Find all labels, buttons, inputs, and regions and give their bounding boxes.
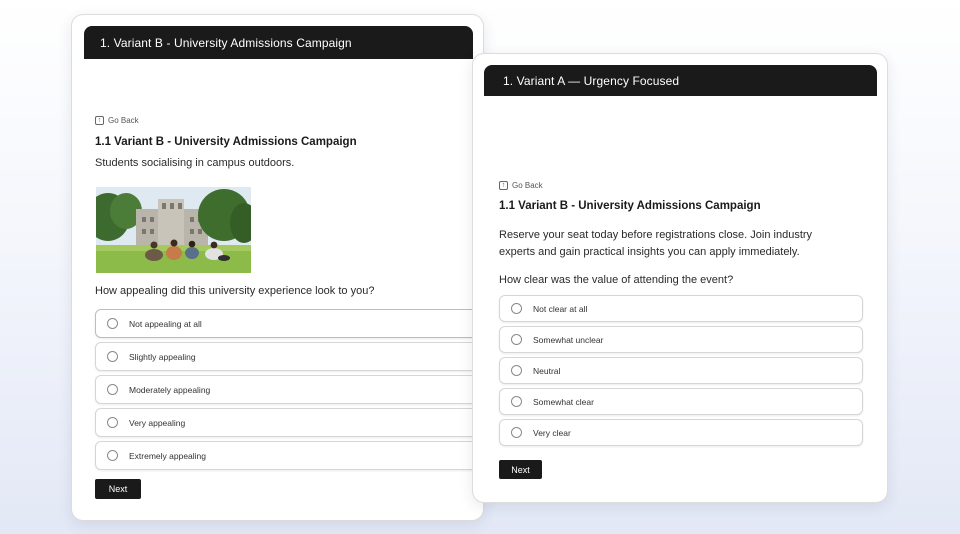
option-not-appealing[interactable]: Not appealing at all	[95, 309, 483, 338]
page-title: 1.1 Variant B - University Admissions Ca…	[95, 136, 357, 148]
go-back-label: Go Back	[108, 116, 139, 125]
option-label: Somewhat unclear	[533, 334, 604, 345]
card-header: 1. Variant A — Urgency Focused	[484, 65, 877, 96]
option-label: Moderately appealing	[129, 384, 211, 395]
option-label: Extremely appealing	[129, 450, 207, 461]
image-description: Students socialising in campus outdoors.	[95, 157, 295, 169]
card-header: 1. Variant B - University Admissions Cam…	[84, 26, 473, 59]
go-back-link[interactable]: ↑ Go Back	[499, 181, 543, 190]
survey-question: How appealing did this university experi…	[95, 285, 375, 297]
radio-button[interactable]	[107, 351, 118, 362]
survey-question: How clear was the value of attending the…	[499, 274, 734, 286]
option-label: Not clear at all	[533, 303, 588, 314]
radio-button[interactable]	[511, 334, 522, 345]
option-not-clear[interactable]: Not clear at all	[499, 295, 863, 322]
radio-button[interactable]	[511, 365, 522, 376]
card-header-title: 1. Variant B - University Admissions Cam…	[100, 35, 352, 50]
radio-button[interactable]	[511, 427, 522, 438]
survey-card-variant-a: 1. Variant A — Urgency Focused ↑ Go Back…	[472, 53, 888, 503]
radio-button[interactable]	[107, 450, 118, 461]
next-button[interactable]: Next	[95, 479, 141, 499]
page-title: 1.1 Variant B - University Admissions Ca…	[499, 200, 761, 212]
option-extremely-appealing[interactable]: Extremely appealing	[95, 441, 483, 470]
radio-button[interactable]	[107, 417, 118, 428]
survey-card-variant-b: 1. Variant B - University Admissions Cam…	[71, 14, 484, 521]
option-neutral[interactable]: Neutral	[499, 357, 863, 384]
radio-button[interactable]	[107, 318, 118, 329]
option-very-appealing[interactable]: Very appealing	[95, 408, 483, 437]
option-label: Somewhat clear	[533, 396, 594, 407]
option-somewhat-unclear[interactable]: Somewhat unclear	[499, 326, 863, 353]
radio-button[interactable]	[511, 303, 522, 314]
radio-button[interactable]	[107, 384, 118, 395]
go-back-label: Go Back	[512, 181, 543, 190]
campus-photo	[96, 187, 251, 273]
option-label: Slightly appealing	[129, 351, 196, 362]
option-moderately-appealing[interactable]: Moderately appealing	[95, 375, 483, 404]
option-label: Not appealing at all	[129, 318, 202, 329]
option-label: Very clear	[533, 427, 571, 438]
campaign-message: Reserve your seat today before registrat…	[499, 229, 813, 258]
option-very-clear[interactable]: Very clear	[499, 419, 863, 446]
option-label: Neutral	[533, 365, 561, 376]
option-slightly-appealing[interactable]: Slightly appealing	[95, 342, 483, 371]
back-arrow-icon: ↑	[95, 116, 104, 125]
radio-button[interactable]	[511, 396, 522, 407]
back-arrow-icon: ↑	[499, 181, 508, 190]
option-somewhat-clear[interactable]: Somewhat clear	[499, 388, 863, 415]
card-header-title: 1. Variant A — Urgency Focused	[503, 73, 680, 88]
next-button[interactable]: Next	[499, 460, 542, 479]
answer-options: Not clear at all Somewhat unclear Neutra…	[499, 295, 863, 450]
option-label: Very appealing	[129, 417, 186, 428]
go-back-link[interactable]: ↑ Go Back	[95, 116, 139, 125]
answer-options: Not appealing at all Slightly appealing …	[95, 309, 483, 474]
